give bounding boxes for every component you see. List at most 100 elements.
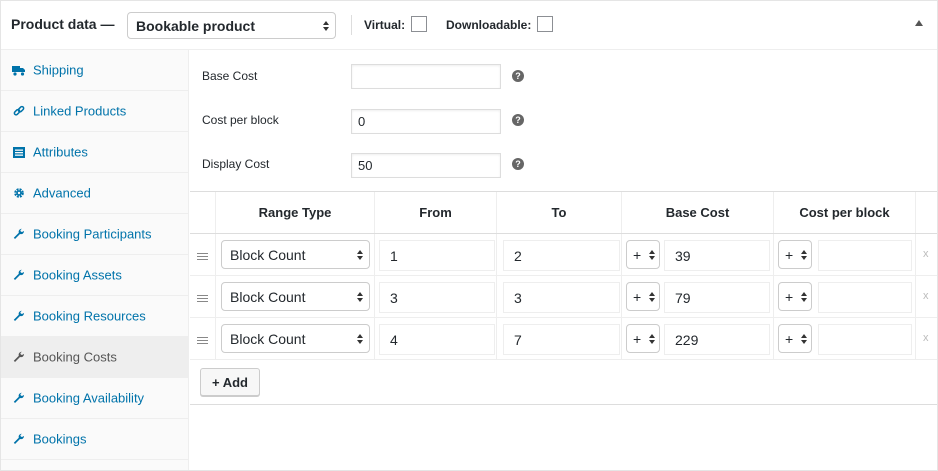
- drag-handle-cell[interactable]: [190, 276, 216, 318]
- help-icon[interactable]: ?: [512, 70, 524, 82]
- table-row: Block Count 3 3 + 79 + x: [190, 276, 937, 318]
- base-cost-modifier-select[interactable]: +: [626, 324, 660, 353]
- wrench-icon: [12, 309, 26, 323]
- display-cost-input[interactable]: 50: [351, 153, 501, 178]
- sidebar-item-advanced[interactable]: Advanced: [1, 173, 188, 214]
- sidebar-item-booking-assets[interactable]: Booking Assets: [1, 255, 188, 296]
- to-input[interactable]: 2: [503, 240, 620, 271]
- collapse-arrow-icon[interactable]: [915, 20, 923, 26]
- cost-per-block-label: Cost per block: [202, 113, 279, 127]
- modifier-value: +: [633, 247, 642, 263]
- base-cost-modifier-select[interactable]: +: [626, 282, 660, 311]
- table-header-base-cost: Base Cost: [622, 192, 774, 233]
- table-header-to: To: [497, 192, 622, 233]
- sidebar-item-label: Booking Assets: [33, 267, 122, 283]
- sidebar-item-label: Advanced: [33, 185, 91, 201]
- panel-title: Product data —: [11, 16, 115, 32]
- block-cost-modifier-select[interactable]: +: [778, 282, 812, 311]
- select-arrows-icon: [649, 333, 655, 344]
- remove-row-icon[interactable]: x: [923, 332, 929, 344]
- to-input[interactable]: 3: [503, 282, 620, 313]
- base-cost-label: Base Cost: [202, 69, 258, 83]
- select-arrows-icon: [357, 333, 363, 344]
- base-cost-value-input[interactable]: 79: [664, 282, 770, 313]
- remove-row-icon[interactable]: x: [923, 248, 929, 260]
- wrench-icon: [12, 350, 26, 364]
- to-input[interactable]: 7: [503, 324, 620, 355]
- block-cost-value-input[interactable]: [818, 240, 912, 271]
- block-cost-modifier-select[interactable]: +: [778, 240, 812, 269]
- select-arrows-icon: [649, 291, 655, 302]
- modifier-value: +: [785, 247, 794, 263]
- sidebar-item-label: Bookings: [33, 431, 87, 447]
- range-type-select[interactable]: Block Count: [221, 282, 370, 311]
- base-cost-input[interactable]: [351, 64, 501, 89]
- wrench-icon: [12, 432, 26, 446]
- select-arrows-icon: [357, 291, 363, 302]
- sidebar-item-label: Shipping: [33, 62, 84, 78]
- drag-handle-icon[interactable]: [197, 337, 208, 346]
- wrench-icon: [12, 391, 26, 405]
- base-cost-modifier-select[interactable]: +: [626, 240, 660, 269]
- sidebar-item-label: Booking Participants: [33, 226, 152, 242]
- range-type-select[interactable]: Block Count: [221, 240, 370, 269]
- display-cost-label: Display Cost: [202, 157, 270, 171]
- wrench-icon: [12, 227, 26, 241]
- select-arrows-icon: [801, 249, 807, 260]
- product-type-select[interactable]: Bookable product: [127, 12, 336, 39]
- virtual-label: Virtual:: [364, 18, 406, 32]
- sidebar-item-label: Booking Availability: [33, 390, 145, 406]
- sidebar-item-booking-costs[interactable]: Booking Costs: [1, 337, 188, 378]
- select-arrows-icon: [357, 249, 363, 260]
- table-header-from: From: [375, 192, 497, 233]
- product-data-tabs: Shipping Linked Products Attributes Adva…: [1, 50, 189, 470]
- cost-per-block-input[interactable]: 0: [351, 109, 501, 134]
- list-icon: [12, 145, 26, 159]
- sidebar-item-bookings[interactable]: Bookings: [1, 419, 188, 460]
- cost-range-table: Range Type From To Base Cost Cost per bl…: [190, 191, 937, 405]
- sidebar-item-shipping[interactable]: Shipping: [1, 50, 188, 91]
- header-divider: [351, 15, 352, 35]
- range-type-select[interactable]: Block Count: [221, 324, 370, 353]
- select-arrows-icon: [801, 291, 807, 302]
- virtual-checkbox[interactable]: [411, 16, 427, 32]
- table-header-handle: [190, 192, 216, 233]
- wrench-icon: [12, 268, 26, 282]
- range-type-value: Block Count: [230, 331, 306, 347]
- table-header-range-type: Range Type: [216, 192, 375, 233]
- panel-header: Product data — Bookable product Virtual:…: [1, 1, 937, 50]
- modifier-value: +: [633, 331, 642, 347]
- add-range-button[interactable]: + Add: [200, 368, 260, 396]
- block-cost-value-input[interactable]: [818, 282, 912, 313]
- block-cost-value-input[interactable]: [818, 324, 912, 355]
- modifier-value: +: [785, 331, 794, 347]
- sidebar-item-booking-resources[interactable]: Booking Resources: [1, 296, 188, 337]
- select-arrows-icon: [801, 333, 807, 344]
- drag-handle-icon[interactable]: [197, 295, 208, 304]
- range-type-value: Block Count: [230, 247, 306, 263]
- modifier-value: +: [785, 289, 794, 305]
- help-icon[interactable]: ?: [512, 114, 524, 126]
- link-icon: [12, 104, 26, 118]
- base-cost-value-input[interactable]: 229: [664, 324, 770, 355]
- sidebar-item-booking-availability[interactable]: Booking Availability: [1, 378, 188, 419]
- drag-handle-cell[interactable]: [190, 318, 216, 360]
- sidebar-item-attributes[interactable]: Attributes: [1, 132, 188, 173]
- truck-icon: [12, 63, 26, 77]
- downloadable-checkbox[interactable]: [537, 16, 553, 32]
- remove-row-icon[interactable]: x: [923, 290, 929, 302]
- sidebar-item-booking-participants[interactable]: Booking Participants: [1, 214, 188, 255]
- table-header-cost-per-block: Cost per block: [774, 192, 916, 233]
- drag-handle-icon[interactable]: [197, 253, 208, 262]
- from-input[interactable]: 1: [379, 240, 495, 271]
- help-icon[interactable]: ?: [512, 158, 524, 170]
- base-cost-value-input[interactable]: 39: [664, 240, 770, 271]
- from-input[interactable]: 4: [379, 324, 495, 355]
- modifier-value: +: [633, 289, 642, 305]
- drag-handle-cell[interactable]: [190, 234, 216, 276]
- block-cost-modifier-select[interactable]: +: [778, 324, 812, 353]
- sidebar-item-linked-products[interactable]: Linked Products: [1, 91, 188, 132]
- from-input[interactable]: 3: [379, 282, 495, 313]
- sidebar-item-label: Booking Resources: [33, 308, 146, 324]
- product-type-value: Bookable product: [136, 18, 256, 34]
